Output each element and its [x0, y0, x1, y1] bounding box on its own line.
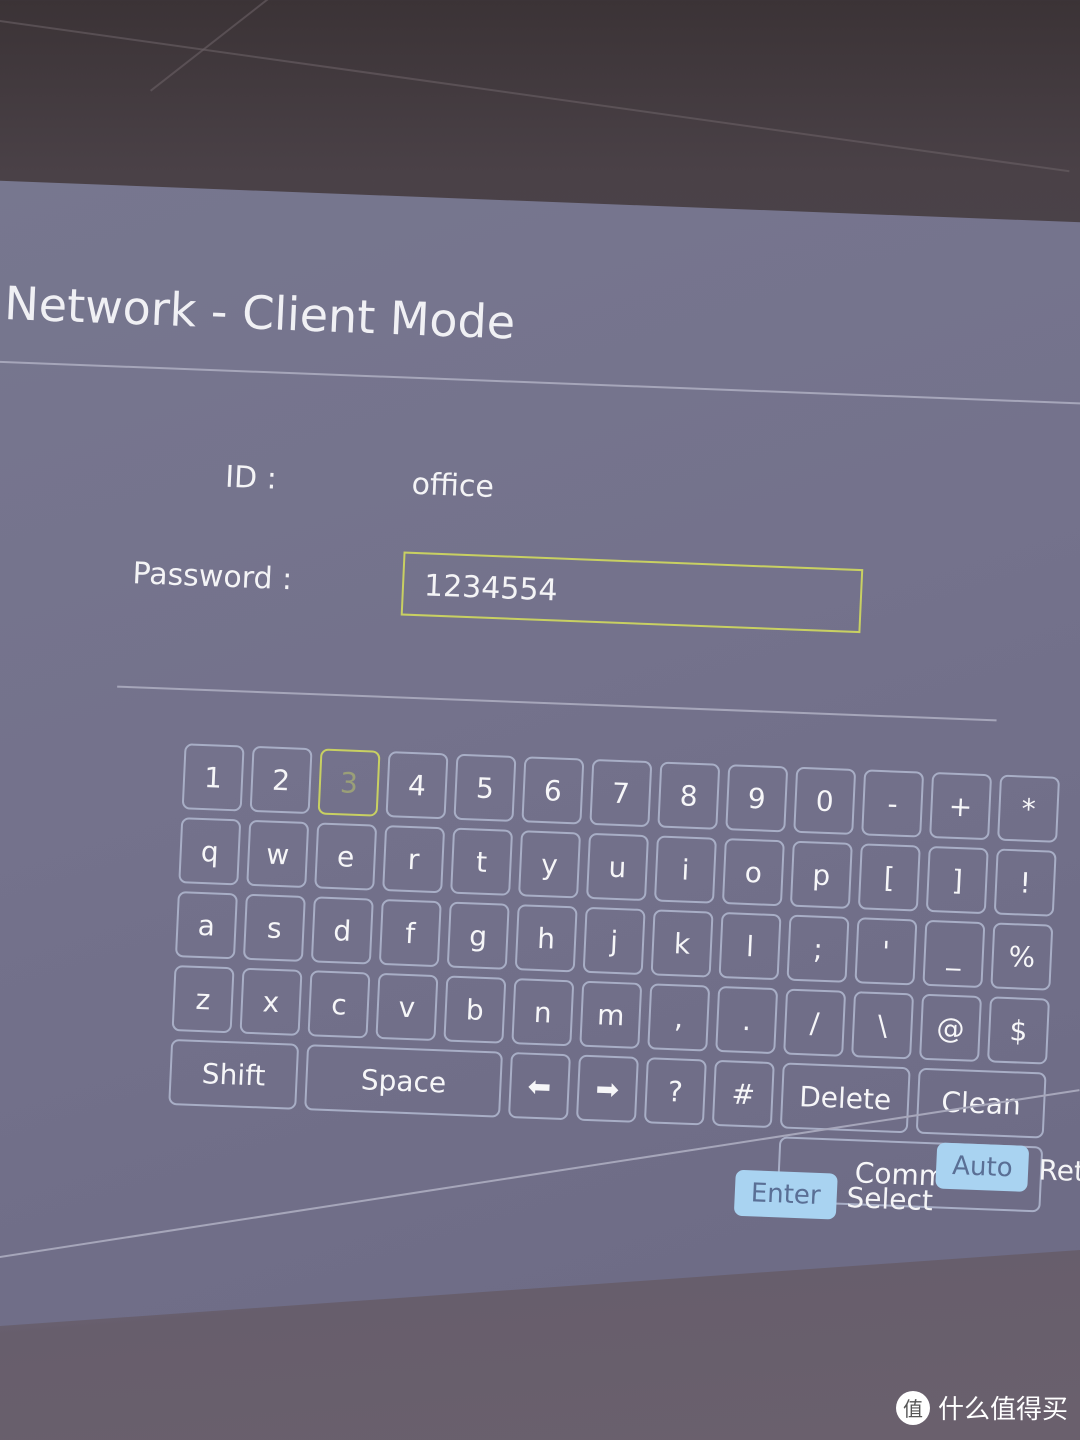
key-5[interactable]: 5 [453, 753, 517, 822]
key-8[interactable]: 8 [657, 761, 721, 830]
password-label: Password : [131, 556, 293, 598]
key-symbol[interactable]: , [647, 983, 711, 1052]
auto-key-badge[interactable]: Auto [935, 1142, 1030, 1192]
key-q[interactable]: q [178, 817, 242, 886]
key-4[interactable]: 4 [385, 751, 449, 820]
key-h[interactable]: h [514, 904, 578, 973]
page-title: Network - Client Mode [3, 276, 517, 350]
key-1[interactable]: 1 [181, 743, 245, 812]
key-x[interactable]: x [239, 967, 303, 1036]
key-symbol[interactable]: ; [786, 914, 850, 983]
key-symbol[interactable]: @ [919, 993, 983, 1062]
key-9[interactable]: 9 [725, 764, 789, 833]
key-c[interactable]: c [307, 970, 371, 1039]
watermark-logo-icon: 值 [895, 1390, 930, 1425]
key-e[interactable]: e [314, 822, 378, 891]
auto-hint: Auto Retu [935, 1142, 1080, 1194]
title-divider [0, 360, 1080, 406]
key-p[interactable]: p [789, 840, 853, 909]
key-symbol[interactable]: / [783, 988, 847, 1057]
space-key[interactable]: Space [304, 1044, 503, 1118]
clean-key[interactable]: Clean [915, 1067, 1047, 1139]
key-s[interactable]: s [242, 893, 306, 962]
watermark-text: 什么值得买 [937, 1395, 1068, 1425]
key-i[interactable]: i [653, 835, 717, 904]
onscreen-keyboard: 1 2 3 4 5 6 7 8 9 0- + * q w e r t y u i o p[]! a s d f g h j k l; ' _% z… [165, 743, 1061, 1213]
key-w[interactable]: w [246, 819, 310, 889]
id-value: office [410, 466, 495, 505]
key-j[interactable]: j [582, 906, 646, 976]
key-symbol[interactable]: ! [993, 848, 1057, 917]
projected-screen: Network - Client Mode ID : office Passwo… [0, 180, 1080, 1424]
key-symbol[interactable]: - [861, 769, 925, 838]
key-o[interactable]: o [721, 838, 785, 907]
keyboard-divider [117, 685, 997, 722]
key-symbol[interactable]: + [929, 771, 993, 841]
key-0[interactable]: 0 [793, 766, 857, 835]
key-2[interactable]: 2 [249, 745, 313, 815]
key-symbol[interactable]: \ [851, 991, 915, 1060]
key-b[interactable]: b [443, 975, 507, 1044]
ceiling-seam [0, 20, 1070, 173]
id-label: ID : [224, 459, 278, 497]
key-7[interactable]: 7 [589, 758, 653, 828]
watermark: 值 什么值得买 [895, 1389, 1068, 1426]
key-symbol[interactable]: [ [857, 843, 921, 912]
key-d[interactable]: d [310, 896, 374, 965]
key-n[interactable]: n [511, 978, 575, 1047]
right-arrow-icon[interactable]: ➡ [575, 1054, 639, 1123]
key-symbol[interactable]: . [715, 985, 779, 1055]
enter-action-label: Select [845, 1180, 934, 1217]
key-3[interactable]: 3 [317, 748, 381, 817]
key-f[interactable]: f [378, 898, 442, 968]
key-symbol[interactable]: _ [922, 919, 986, 989]
enter-hint: Enter Select [733, 1169, 934, 1224]
left-arrow-icon[interactable]: ⬅ [507, 1052, 571, 1121]
auto-action-label: Retu [1037, 1152, 1080, 1189]
key-y[interactable]: y [518, 830, 582, 899]
key-l[interactable]: l [718, 911, 782, 981]
key-symbol[interactable]: * [997, 774, 1061, 843]
key-a[interactable]: a [174, 891, 238, 960]
key-v[interactable]: v [375, 972, 439, 1042]
key-z[interactable]: z [171, 965, 235, 1034]
enter-key-badge[interactable]: Enter [733, 1169, 838, 1220]
key-g[interactable]: g [446, 901, 510, 970]
key-t[interactable]: t [450, 827, 514, 896]
key-symbol[interactable]: % [990, 922, 1054, 991]
key-symbol[interactable]: ' [854, 917, 918, 986]
shift-key[interactable]: Shift [168, 1038, 300, 1110]
key-m[interactable]: m [579, 980, 643, 1049]
key-r[interactable]: r [382, 825, 446, 894]
key-6[interactable]: 6 [521, 756, 585, 825]
key-question[interactable]: ? [643, 1057, 707, 1126]
key-k[interactable]: k [650, 909, 714, 978]
password-input[interactable]: 1234554 [400, 551, 864, 634]
key-u[interactable]: u [586, 832, 649, 902]
key-hash[interactable]: # [711, 1059, 775, 1129]
delete-key[interactable]: Delete [779, 1062, 911, 1134]
key-symbol[interactable]: $ [987, 996, 1050, 1065]
key-symbol[interactable]: ] [925, 845, 989, 915]
ceiling-seam [150, 0, 640, 92]
